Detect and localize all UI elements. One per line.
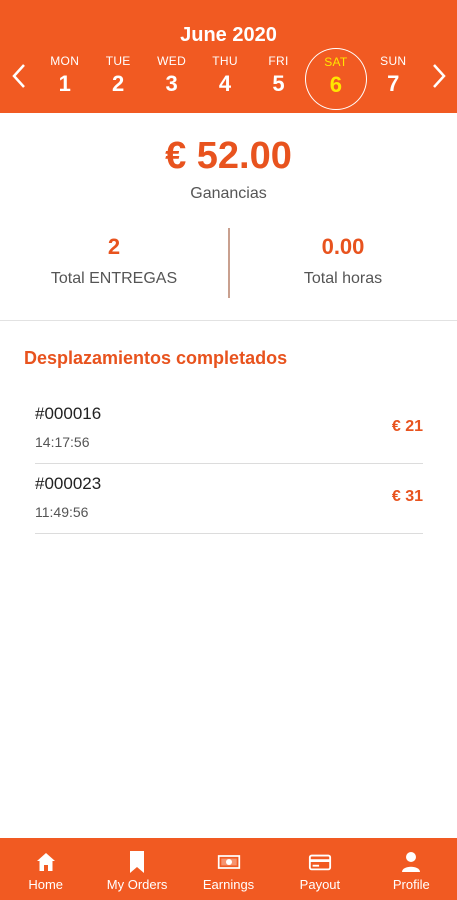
- trip-id: #000023: [35, 474, 102, 493]
- nav-payout[interactable]: Payout: [274, 838, 365, 900]
- bottom-navigation: Home My Orders Earnings Payout Profile: [0, 838, 457, 900]
- hours-value: 0.00: [321, 234, 365, 259]
- day-name: SUN: [380, 54, 407, 68]
- section-title: Desplazamientos completados: [24, 348, 288, 368]
- nav-label: Payout: [299, 877, 341, 892]
- nav-label: Earnings: [202, 877, 255, 892]
- earnings-label: Ganancias: [190, 185, 267, 202]
- deliveries-value: 2: [107, 234, 121, 259]
- banknote-icon: [217, 850, 241, 874]
- day-sat-selected[interactable]: SAT 6: [305, 48, 367, 110]
- nav-profile[interactable]: Profile: [366, 838, 457, 900]
- nav-earnings[interactable]: Earnings: [183, 838, 274, 900]
- month-title: June 2020: [180, 24, 277, 46]
- nav-label: Profile: [392, 877, 430, 892]
- deliveries-stat: 2 Total ENTREGAS: [0, 228, 228, 288]
- trip-time: 14:17:56: [35, 434, 90, 450]
- nav-home[interactable]: Home: [0, 838, 91, 900]
- prev-week-button[interactable]: [4, 56, 34, 96]
- earnings-amount: € 52.00: [165, 135, 292, 177]
- trip-time: 11:49:56: [35, 504, 89, 520]
- trip-id: #000016: [35, 404, 102, 423]
- chevron-right-icon: [433, 64, 446, 88]
- trip-price: € 31: [391, 488, 423, 505]
- trip-price: € 21: [391, 418, 423, 435]
- day-name: FRI: [268, 54, 289, 68]
- day-selector: MON 1 TUE 2 WED 3 THU 4 FRI 5 SAT 6 SUN …: [38, 48, 420, 110]
- day-mon[interactable]: MON 1: [38, 50, 91, 110]
- day-name: SAT: [324, 55, 348, 69]
- day-number: 3: [165, 71, 178, 96]
- chevron-left-icon: [12, 64, 25, 88]
- day-number: 1: [58, 71, 71, 96]
- day-fri[interactable]: FRI 5: [252, 50, 305, 110]
- day-sun[interactable]: SUN 7: [367, 50, 420, 110]
- day-name: MON: [50, 54, 80, 68]
- day-number: 4: [218, 71, 232, 96]
- trip-row[interactable]: #000023 11:49:56 € 31: [35, 464, 423, 534]
- day-name: THU: [212, 54, 238, 68]
- home-icon: [34, 850, 58, 874]
- section-divider: [0, 320, 457, 321]
- day-number: 2: [112, 71, 125, 96]
- day-number: 7: [387, 71, 400, 96]
- stats-divider: [228, 228, 230, 298]
- day-number: 5: [272, 71, 285, 96]
- day-name: WED: [157, 54, 187, 68]
- day-wed[interactable]: WED 3: [145, 50, 198, 110]
- credit-card-icon: [308, 850, 332, 874]
- day-name: TUE: [105, 54, 131, 68]
- day-thu[interactable]: THU 4: [198, 50, 251, 110]
- hours-stat: 0.00 Total horas: [229, 228, 457, 288]
- week-header: June 2020 MON 1 TUE 2 WED 3 THU 4 FRI 5 …: [0, 0, 457, 113]
- person-icon: [399, 850, 423, 874]
- trip-row[interactable]: #000016 14:17:56 € 21: [35, 394, 423, 464]
- bookmark-icon: [125, 850, 149, 874]
- hours-label: Total horas: [303, 270, 383, 287]
- nav-label: Home: [28, 877, 64, 892]
- nav-label: My Orders: [106, 877, 168, 892]
- nav-my-orders[interactable]: My Orders: [91, 838, 182, 900]
- next-week-button[interactable]: [424, 56, 454, 96]
- day-tue[interactable]: TUE 2: [91, 50, 144, 110]
- day-number: 6: [329, 72, 342, 97]
- trip-list: #000016 14:17:56 € 21 #000023 11:49:56 €…: [35, 394, 423, 534]
- deliveries-label: Total ENTREGAS: [50, 270, 178, 287]
